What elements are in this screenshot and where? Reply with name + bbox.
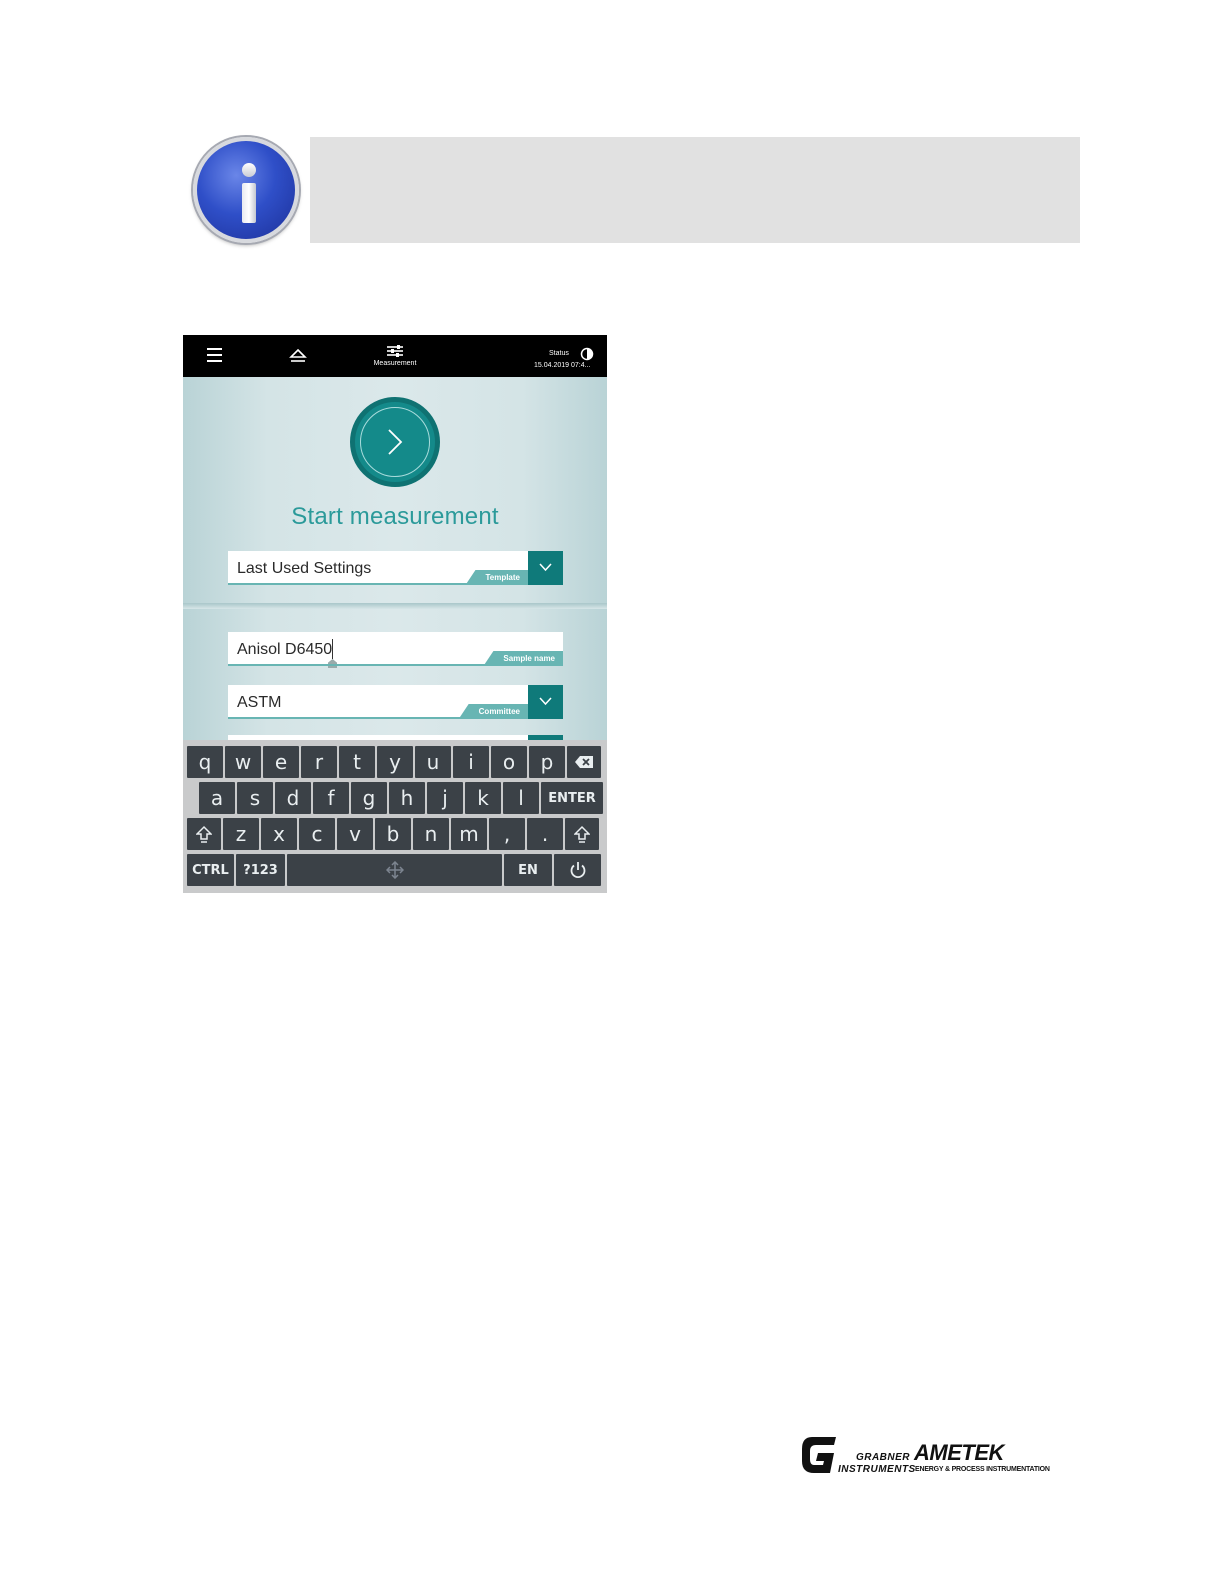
keyboard-row-2: a s d f g h j k l ENTER — [199, 782, 605, 814]
power-key[interactable] — [554, 854, 601, 886]
key-d[interactable]: d — [275, 782, 311, 814]
symbols-key[interactable]: ?123 — [236, 854, 285, 886]
template-tag: Template — [465, 570, 528, 585]
key-b[interactable]: b — [375, 818, 411, 850]
shift-key-left[interactable] — [187, 818, 221, 850]
key-m[interactable]: m — [451, 818, 487, 850]
committee-dropdown-button[interactable] — [528, 685, 563, 719]
backspace-icon — [575, 756, 593, 768]
chevron-right-icon — [388, 429, 403, 455]
device-screenshot: Measurement Status 15.04.2019 07:4... St… — [183, 335, 607, 893]
key-n[interactable]: n — [413, 818, 449, 850]
key-f[interactable]: f — [313, 782, 349, 814]
hamburger-menu-icon[interactable] — [207, 348, 222, 362]
info-note-box — [310, 137, 1080, 243]
keyboard-row-4: CTRL ?123 EN — [187, 854, 603, 886]
key-comma[interactable]: , — [489, 818, 525, 850]
key-e[interactable]: e — [263, 746, 299, 778]
keyboard-row-1: qwertyuiop — [187, 746, 603, 778]
key-r[interactable]: r — [301, 746, 337, 778]
power-icon — [570, 862, 585, 879]
key-k[interactable]: k — [465, 782, 501, 814]
start-measurement-button[interactable] — [350, 397, 440, 487]
measurement-tab-label[interactable]: Measurement — [353, 360, 437, 367]
key-g[interactable]: g — [351, 782, 387, 814]
info-icon — [193, 137, 299, 243]
key-y[interactable]: y — [377, 746, 413, 778]
backspace-key[interactable] — [567, 746, 601, 778]
template-select[interactable]: Last Used Settings Template — [228, 551, 563, 585]
eject-icon[interactable] — [289, 348, 307, 364]
key-s[interactable]: s — [237, 782, 273, 814]
language-key[interactable]: EN — [504, 854, 552, 886]
measurement-settings-icon[interactable] — [386, 344, 404, 358]
key-x[interactable]: x — [261, 818, 297, 850]
text-cursor — [332, 639, 333, 659]
space-key[interactable] — [287, 854, 502, 886]
key-period[interactable]: . — [527, 818, 563, 850]
template-value: Last Used Settings — [237, 560, 372, 577]
shift-key-right[interactable] — [565, 818, 599, 850]
ametek-logo: AMETEK — [914, 1440, 1004, 1465]
start-measurement-title: Start measurement — [291, 503, 499, 530]
shift-icon — [196, 825, 212, 843]
grabner-logo-text: GRABNER INSTRUMENTS — [838, 1452, 916, 1475]
sample-name-tag: Sample name — [483, 651, 563, 666]
committee-select[interactable]: ASTM Committee — [228, 685, 563, 719]
status-label: Status — [549, 350, 569, 357]
key-z[interactable]: z — [223, 818, 259, 850]
sample-name-input[interactable]: Anisol D6450 Sample name — [228, 632, 563, 668]
key-i[interactable]: i — [453, 746, 489, 778]
key-v[interactable]: v — [337, 818, 373, 850]
key-c[interactable]: c — [299, 818, 335, 850]
section-divider — [183, 603, 607, 609]
key-o[interactable]: o — [491, 746, 527, 778]
key-u[interactable]: u — [415, 746, 451, 778]
chevron-down-icon — [539, 563, 552, 572]
on-screen-keyboard: qwertyuiop a s d f g h j k l ENTER zxcvbnm,. CTRL… — [183, 740, 607, 893]
key-j[interactable]: j — [427, 782, 463, 814]
key-l[interactable]: l — [503, 782, 539, 814]
key-w[interactable]: w — [225, 746, 261, 778]
key-t[interactable]: t — [339, 746, 375, 778]
committee-value: ASTM — [237, 694, 282, 711]
ametek-subtitle: ENERGY & PROCESS INSTRUMENTATION — [915, 1466, 1050, 1473]
template-dropdown-button[interactable] — [528, 551, 563, 585]
key-h[interactable]: h — [389, 782, 425, 814]
sample-name-value: Anisol D6450 — [237, 641, 333, 658]
key-p[interactable]: p — [529, 746, 565, 778]
shift-icon — [574, 825, 590, 843]
move-icon — [385, 861, 404, 879]
manual-page: Measurement Status 15.04.2019 07:4... St… — [0, 0, 1224, 1584]
grabner-logo-mark — [802, 1437, 836, 1473]
key-a[interactable]: a — [199, 782, 235, 814]
key-q[interactable]: q — [187, 746, 223, 778]
ctrl-key[interactable]: CTRL — [187, 854, 234, 886]
enter-key[interactable]: ENTER — [541, 782, 603, 814]
keyboard-row-3: zxcvbnm,. — [187, 818, 601, 850]
status-datetime: 15.04.2019 07:4... — [534, 362, 591, 369]
top-bar: Measurement Status 15.04.2019 07:4... — [183, 335, 607, 377]
status-indicator-icon[interactable] — [580, 347, 594, 361]
committee-tag: Committee — [458, 704, 528, 719]
chevron-down-icon — [539, 697, 552, 706]
